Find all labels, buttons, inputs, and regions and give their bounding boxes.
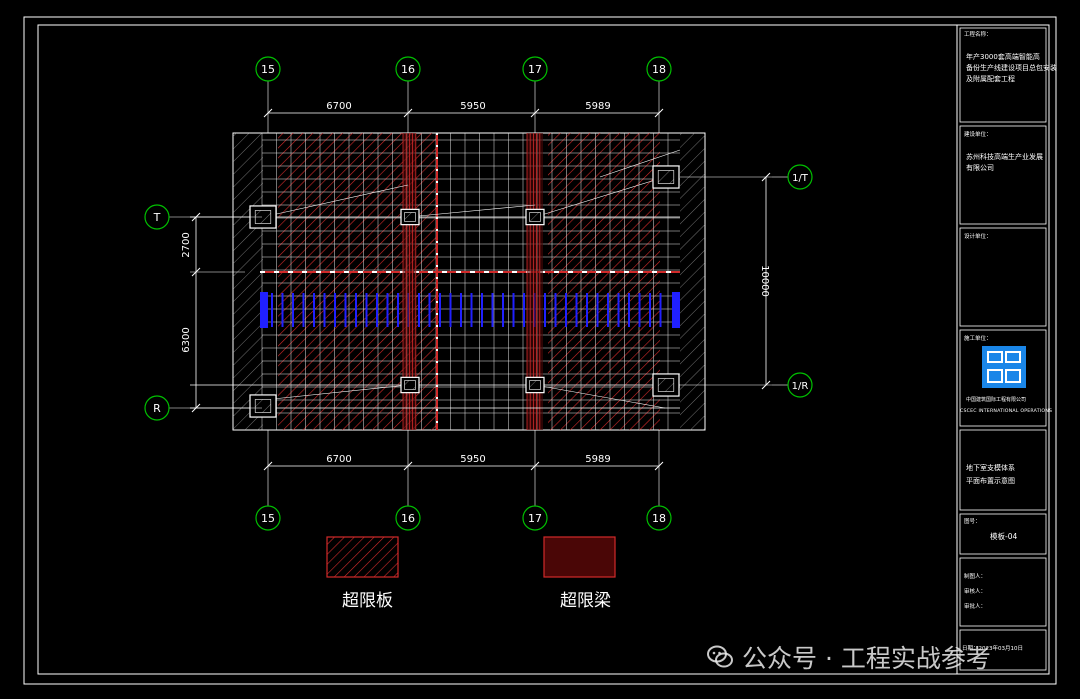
dim-top-3: 5989 [585, 101, 610, 112]
grid-label-1T: 1/T [792, 173, 809, 184]
tb-project-name-2: 备份生产线建设项目总包安装 [966, 64, 1057, 72]
tb-drawn-by: 制图人： [964, 574, 987, 580]
tb-drawing-no-label: 图号： [964, 519, 981, 525]
grid-label-R: R [153, 402, 161, 415]
grid-label-1R: 1/R [792, 381, 809, 392]
plan-area [190, 132, 706, 431]
column-core [529, 212, 541, 222]
tb-project-name-1: 年产3000套高端智能高 [966, 53, 1040, 61]
cad-drawing: 6700 5950 5989 6700 5950 5989 2700 6300 … [23, 16, 1057, 685]
legend-beam-swatch [543, 536, 616, 578]
tb-drawing-title-2: 平面布置示意图 [966, 477, 1015, 485]
column-core [529, 380, 541, 390]
column-core [657, 378, 675, 392]
dim-bottom-2: 5950 [460, 454, 485, 465]
tb-contractor-label: 施工单位： [964, 336, 992, 342]
dim-right: 10000 [759, 265, 770, 297]
tb-approved-by: 审批人： [964, 604, 987, 610]
grid-label-15-bottom: 15 [261, 512, 275, 525]
legend-beam-label: 超限梁 [560, 591, 611, 611]
dim-top-1: 6700 [326, 101, 351, 112]
tb-project-label: 工程名称： [964, 32, 992, 38]
grid-label-17-top: 17 [528, 63, 542, 76]
grid-label-17-bottom: 17 [528, 512, 542, 525]
grid-bubbles-top: 15 16 17 18 [255, 56, 672, 133]
tb-contractor-name: 中国建筑国际工程有限公司 [966, 397, 1027, 403]
legend-slab-label: 超限板 [342, 591, 393, 611]
tb-contractor-name-en: CSCEC INTERNATIONAL OPERATIONS [960, 409, 1053, 414]
column-core [657, 170, 675, 184]
column-core [404, 380, 416, 390]
legend-slab-swatch [326, 536, 399, 578]
edge-hatch-right [680, 133, 705, 430]
grid-label-18-top: 18 [652, 63, 666, 76]
tb-checked-by: 审核人： [964, 589, 987, 595]
dim-left-2: 6300 [181, 327, 192, 352]
tb-client-name-1: 苏州科技高端生产业发展 [966, 153, 1043, 161]
tb-drawing-title-1: 地下室支模体系 [966, 464, 1015, 472]
grid-label-15-top: 15 [261, 63, 275, 76]
column-core [254, 399, 272, 413]
tb-designer-label: 设计单位： [964, 234, 992, 240]
grid-label-16-bottom: 16 [401, 512, 415, 525]
watermark: 公众号 · 工程实战参考 [706, 640, 991, 674]
blue-end-block [672, 292, 680, 328]
grid-bubbles-right: 1/T 1/R [772, 164, 813, 398]
edge-hatch-left [233, 133, 263, 430]
dim-bottom-1: 6700 [326, 454, 351, 465]
wechat-icon [707, 645, 733, 668]
grid-label-T: T [153, 211, 161, 224]
grid-bubbles-bottom: 15 16 17 18 [255, 430, 672, 531]
grid-label-18-bottom: 18 [652, 512, 666, 525]
watermark-text: 公众号 · 工程实战参考 [742, 644, 991, 673]
blue-end-block [260, 292, 268, 328]
dim-top-2: 5950 [460, 101, 485, 112]
dim-bottom-3: 5989 [585, 454, 610, 465]
column-core [404, 212, 416, 222]
tb-client-name-2: 有限公司 [966, 164, 994, 172]
tb-client-label: 建设单位： [964, 132, 992, 138]
grid-label-16-top: 16 [401, 63, 415, 76]
overlimit-slab-zone-2 [548, 133, 660, 430]
tb-drawing-no: 模板-04 [990, 532, 1018, 541]
dim-left-1: 2700 [181, 232, 192, 257]
tb-project-name-3: 及附属配套工程 [966, 75, 1015, 83]
